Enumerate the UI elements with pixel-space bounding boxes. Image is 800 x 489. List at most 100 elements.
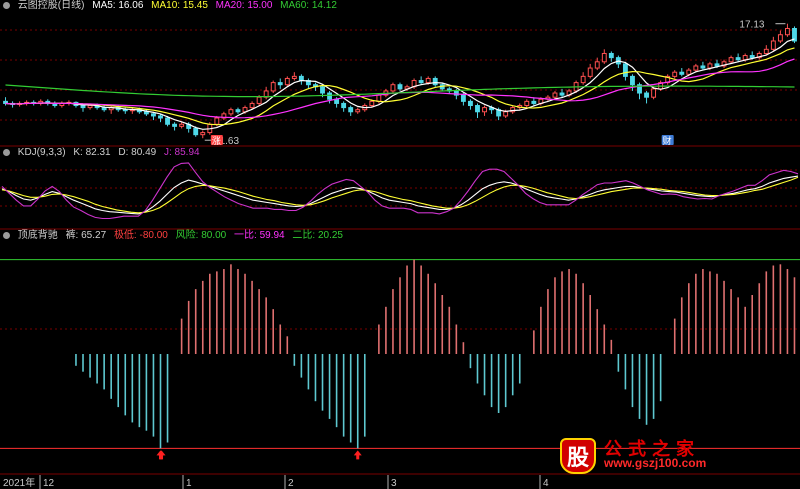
candle-body bbox=[341, 102, 347, 109]
ma60-value: MA60: 14.12 bbox=[280, 0, 337, 11]
candle-body bbox=[397, 84, 403, 90]
marker-zhang-label: 涨 bbox=[212, 136, 221, 146]
signal-arrow-icon bbox=[157, 450, 166, 460]
candle-body bbox=[686, 69, 692, 75]
candle-body bbox=[482, 107, 487, 113]
candle-body bbox=[559, 92, 565, 96]
candle-body bbox=[214, 117, 220, 125]
candle-body bbox=[749, 55, 755, 59]
settings-dot-icon[interactable] bbox=[3, 231, 10, 239]
candle-body bbox=[672, 71, 678, 77]
candle-body bbox=[369, 100, 375, 107]
candle-body bbox=[179, 123, 185, 127]
candle-body bbox=[432, 77, 438, 86]
candle-body bbox=[390, 84, 396, 92]
candle-body bbox=[320, 86, 325, 94]
candle-body bbox=[277, 82, 283, 86]
candle-body bbox=[376, 94, 382, 102]
x-axis-tick-label: 12 bbox=[43, 478, 55, 489]
candle-body bbox=[552, 92, 558, 98]
ma20-value: MA20: 15.00 bbox=[215, 0, 273, 11]
candle-body bbox=[468, 100, 473, 107]
brand-name: 公式之家 bbox=[604, 439, 700, 459]
x-axis-tick-label: 4 bbox=[543, 478, 549, 489]
candle-body bbox=[355, 109, 361, 113]
candle-body bbox=[644, 92, 649, 98]
div-second: 二比: 20.25 bbox=[292, 230, 343, 241]
x-axis-tick-label: 2 bbox=[288, 478, 294, 489]
candle-body bbox=[601, 52, 607, 63]
candle-body bbox=[630, 75, 635, 86]
candle-body bbox=[80, 105, 86, 109]
candle-body bbox=[763, 48, 769, 54]
candle-body bbox=[524, 100, 530, 107]
candle-body bbox=[291, 75, 297, 79]
brand-url: www.gszj100.com bbox=[604, 456, 707, 470]
candle-body bbox=[228, 109, 234, 115]
div-bar: 裤: 65.27 bbox=[65, 230, 107, 241]
candle-body bbox=[418, 80, 424, 84]
kdj-title: KDJ(9,3,3) bbox=[17, 147, 66, 158]
kdj-k: K: 82.31 bbox=[73, 147, 111, 158]
settings-dot-icon[interactable] bbox=[3, 148, 10, 156]
candle-body bbox=[165, 117, 170, 125]
brand-shield-icon: 股 bbox=[560, 438, 596, 474]
candle-body bbox=[531, 100, 537, 104]
kdj-j: J: 85.94 bbox=[164, 147, 200, 158]
candle-body bbox=[348, 107, 354, 113]
candle-body bbox=[679, 71, 685, 75]
div-first: 一比: 59.94 bbox=[234, 230, 285, 241]
candle-body bbox=[693, 65, 699, 71]
signal-arrow-icon bbox=[353, 450, 362, 460]
candle-body bbox=[622, 63, 628, 77]
div-legend: 顶底背驰 裤: 65.27 极低: -80.00 风险: 80.00 一比: 5… bbox=[0, 229, 348, 243]
candle-body bbox=[728, 57, 734, 63]
candle-body bbox=[777, 34, 783, 42]
settings-dot-icon[interactable] bbox=[3, 1, 10, 9]
candle-body bbox=[284, 77, 290, 86]
marker-cai-label: 财 bbox=[663, 135, 672, 146]
x-axis-tick-label: 3 bbox=[391, 478, 397, 489]
candle-body bbox=[735, 57, 741, 61]
ma5-value: MA5: 16.06 bbox=[92, 0, 144, 11]
candle-body bbox=[249, 102, 255, 109]
x-axis-year: 2021年 bbox=[3, 476, 35, 489]
candle-body bbox=[101, 107, 107, 111]
candle-body bbox=[784, 27, 790, 36]
high-price-label: 17.13 bbox=[739, 20, 764, 31]
div-risk: 风险: 80.00 bbox=[175, 230, 227, 241]
candle-body bbox=[770, 40, 776, 50]
watermark-logo: 股 公式之家 www.gszj100.com bbox=[560, 438, 790, 474]
candle-body bbox=[700, 65, 706, 69]
kdj-d: D: 80.49 bbox=[118, 147, 157, 158]
candle-body bbox=[193, 127, 199, 136]
candle-body bbox=[122, 109, 128, 112]
x-axis-tick-label: 1 bbox=[186, 478, 192, 489]
main-legend: 云图控股(日线) MA5: 16.06 MA10: 15.45 MA20: 15… bbox=[0, 0, 342, 13]
stock-chart[interactable]: 17.1311.63涨 财2021年 12 1 2 3 4 bbox=[0, 0, 800, 489]
stock-title: 云图控股(日线) bbox=[17, 0, 85, 11]
candle-body bbox=[707, 63, 713, 69]
candle-body bbox=[714, 63, 720, 67]
candle-body bbox=[87, 105, 93, 109]
candle-body bbox=[594, 61, 600, 69]
candle-body bbox=[425, 77, 431, 84]
ma10-value: MA10: 15.45 bbox=[151, 0, 208, 11]
candle-body bbox=[270, 82, 276, 92]
candle-body bbox=[151, 113, 156, 117]
candle-body bbox=[503, 111, 509, 117]
candle-body bbox=[608, 52, 614, 59]
candle-body bbox=[143, 111, 149, 115]
kdj-legend: KDJ(9,3,3) K: 82.31 D: 80.49 J: 85.94 bbox=[0, 146, 205, 160]
candle-body bbox=[651, 88, 657, 98]
candle-body bbox=[256, 96, 262, 104]
candle-body bbox=[587, 67, 593, 77]
candle-body bbox=[200, 132, 206, 136]
candle-body bbox=[475, 105, 480, 113]
candle-body bbox=[172, 123, 178, 127]
candle-body bbox=[460, 94, 466, 102]
candle-body bbox=[580, 75, 586, 84]
candle-body bbox=[327, 92, 332, 100]
candle-body bbox=[158, 115, 163, 119]
candle-body bbox=[235, 109, 241, 113]
